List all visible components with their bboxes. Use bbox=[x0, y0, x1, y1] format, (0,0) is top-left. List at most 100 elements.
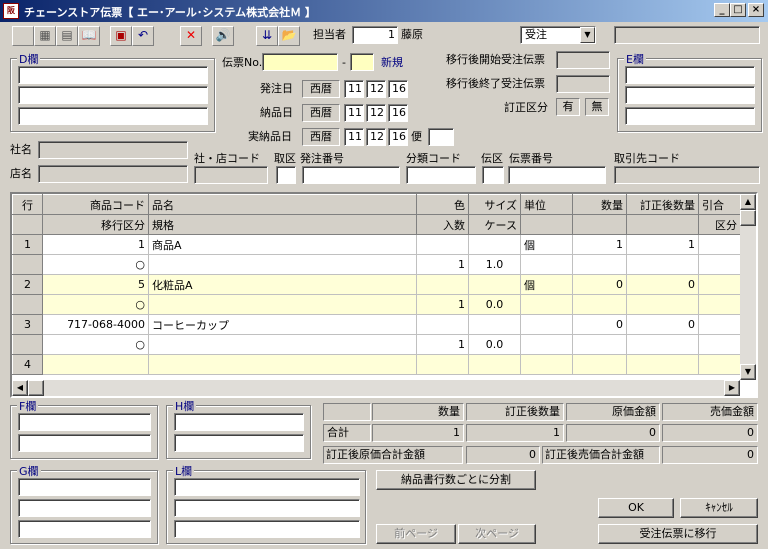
nouhinbi-month[interactable]: 12 bbox=[366, 104, 386, 122]
d-field-line-2[interactable] bbox=[18, 86, 208, 104]
hacchubi-day[interactable]: 16 bbox=[388, 80, 408, 98]
cell-irisuu[interactable]: 1 bbox=[416, 294, 469, 315]
denpyo-sub-input[interactable] bbox=[350, 53, 374, 71]
save-icon[interactable]: ▣ bbox=[110, 26, 132, 46]
blank-icon[interactable] bbox=[12, 26, 34, 46]
cell-size[interactable] bbox=[468, 354, 521, 375]
cell-ikou-kubun[interactable]: ○ bbox=[42, 254, 149, 275]
table-subrow[interactable]: ○ 1 0.0 bbox=[12, 294, 741, 315]
cell-code[interactable] bbox=[42, 354, 149, 375]
cell-empty[interactable] bbox=[572, 294, 627, 315]
hscroll-thumb[interactable] bbox=[28, 380, 44, 396]
hacchubi-year[interactable]: 11 bbox=[344, 80, 364, 98]
hacchubi-month[interactable]: 12 bbox=[366, 80, 386, 98]
cell-name[interactable]: 化粧品A bbox=[148, 274, 417, 295]
torikubun-input[interactable] bbox=[276, 166, 296, 184]
table-subrow[interactable]: ○ 1 1.0 bbox=[12, 254, 741, 275]
cell-qty2[interactable]: 1 bbox=[626, 234, 699, 255]
horizontal-scrollbar[interactable]: ◀ ▶ bbox=[12, 380, 740, 396]
scroll-thumb[interactable] bbox=[740, 210, 756, 226]
cell-size[interactable] bbox=[468, 234, 521, 255]
export-icon[interactable]: ⇊ bbox=[256, 26, 278, 46]
cell-irisuu[interactable]: 1 bbox=[416, 334, 469, 355]
cell-code[interactable]: 1 bbox=[42, 234, 149, 255]
scroll-left-icon[interactable]: ◀ bbox=[12, 380, 28, 396]
teisei-no-button[interactable]: 無 bbox=[585, 98, 609, 116]
g-field-line-3[interactable] bbox=[18, 520, 151, 538]
cell-empty[interactable] bbox=[520, 254, 573, 275]
cell-case[interactable]: 1.0 bbox=[468, 254, 521, 275]
e-field-line-3[interactable] bbox=[625, 107, 755, 125]
cancel-button[interactable]: ｷｬﾝｾﾙ bbox=[680, 498, 758, 518]
next-page-button[interactable]: 次ページ bbox=[458, 524, 536, 544]
mode-select[interactable]: 受注 ▼ bbox=[520, 26, 596, 44]
cell-empty[interactable] bbox=[626, 254, 699, 275]
hacchu-bangou-input[interactable] bbox=[302, 166, 400, 184]
maximize-button[interactable]: □ bbox=[730, 3, 746, 17]
cell-case[interactable]: 0.0 bbox=[468, 294, 521, 315]
list-icon[interactable]: ▤ bbox=[56, 26, 78, 46]
h-field-line-2[interactable] bbox=[174, 434, 304, 452]
cell-hikiai[interactable] bbox=[698, 314, 741, 335]
jitsunouhinbi-month[interactable]: 12 bbox=[366, 128, 386, 146]
cell-unit[interactable] bbox=[520, 314, 573, 335]
cell-unit[interactable]: 個 bbox=[520, 274, 573, 295]
e-field-line-2[interactable] bbox=[625, 86, 755, 104]
split-button[interactable]: 納品書行数ごとに分割 bbox=[376, 470, 536, 490]
cell-qty2[interactable]: 0 bbox=[626, 274, 699, 295]
cell-kubun[interactable] bbox=[698, 294, 741, 315]
tantousha-code-input[interactable]: 1 bbox=[352, 26, 398, 44]
bunrui-input[interactable] bbox=[406, 166, 476, 184]
cell-kikaku[interactable] bbox=[148, 254, 417, 275]
cell-code[interactable]: 717-068-4000 bbox=[42, 314, 149, 335]
table-row[interactable]: 4 bbox=[12, 354, 741, 375]
chevron-down-icon[interactable]: ▼ bbox=[580, 27, 595, 43]
cell-name[interactable] bbox=[148, 354, 417, 375]
grid-icon[interactable]: ▦ bbox=[34, 26, 56, 46]
prev-page-button[interactable]: 前ページ bbox=[376, 524, 456, 544]
bin-input[interactable] bbox=[428, 128, 454, 146]
g-field-line-2[interactable] bbox=[18, 499, 151, 517]
cell-color[interactable] bbox=[416, 274, 469, 295]
cell-hikiai[interactable] bbox=[698, 354, 741, 375]
ok-button[interactable]: OK bbox=[598, 498, 674, 518]
transfer-order-button[interactable]: 受注伝票に移行 bbox=[598, 524, 758, 544]
cell-kikaku[interactable] bbox=[148, 294, 417, 315]
cell-empty[interactable] bbox=[520, 334, 573, 355]
cell-kubun[interactable] bbox=[698, 334, 741, 355]
cell-hikiai[interactable] bbox=[698, 274, 741, 295]
cell-code[interactable]: 5 bbox=[42, 274, 149, 295]
cell-name[interactable]: コーヒーカップ bbox=[148, 314, 417, 335]
cell-empty[interactable] bbox=[520, 294, 573, 315]
cell-irisuu[interactable]: 1 bbox=[416, 254, 469, 275]
nouhinbi-day[interactable]: 16 bbox=[388, 104, 408, 122]
cell-qty[interactable]: 1 bbox=[572, 234, 627, 255]
cell-ikou-kubun[interactable]: ○ bbox=[42, 334, 149, 355]
h-field-line-1[interactable] bbox=[174, 413, 304, 431]
scroll-up-icon[interactable]: ▲ bbox=[740, 194, 756, 210]
cell-hikiai[interactable] bbox=[698, 234, 741, 255]
jitsunouhinbi-year[interactable]: 11 bbox=[344, 128, 364, 146]
cell-kikaku[interactable] bbox=[148, 334, 417, 355]
f-field-line-1[interactable] bbox=[18, 413, 151, 431]
detail-grid[interactable]: 行 商品コード 品名 色 サイズ 単位 数量 訂正後数量 引合 移行区分 規格 … bbox=[10, 192, 758, 398]
table-row[interactable]: 3 717-068-4000 コーヒーカップ 0 0 bbox=[12, 314, 741, 335]
cell-name[interactable]: 商品A bbox=[148, 234, 417, 255]
book-icon[interactable]: 📖 bbox=[78, 26, 100, 46]
cell-kubun[interactable] bbox=[698, 254, 741, 275]
close-button[interactable]: × bbox=[748, 3, 764, 17]
delete-icon[interactable]: ✕ bbox=[180, 26, 202, 46]
d-field-line-3[interactable] bbox=[18, 107, 208, 125]
cell-unit[interactable]: 個 bbox=[520, 234, 573, 255]
g-field-line-1[interactable] bbox=[18, 478, 151, 496]
table-row[interactable]: 2 5 化粧品A 個 0 0 bbox=[12, 274, 741, 295]
undo-icon[interactable]: ↶ bbox=[132, 26, 154, 46]
denpyo-bangou-input[interactable] bbox=[508, 166, 606, 184]
cell-qty[interactable]: 0 bbox=[572, 314, 627, 335]
cell-qty2[interactable]: 0 bbox=[626, 314, 699, 335]
cell-case[interactable]: 0.0 bbox=[468, 334, 521, 355]
f-field-line-2[interactable] bbox=[18, 434, 151, 452]
e-field-line-1[interactable] bbox=[625, 66, 755, 84]
vertical-scrollbar[interactable]: ▲ ▼ bbox=[740, 194, 756, 380]
cell-size[interactable] bbox=[468, 314, 521, 335]
